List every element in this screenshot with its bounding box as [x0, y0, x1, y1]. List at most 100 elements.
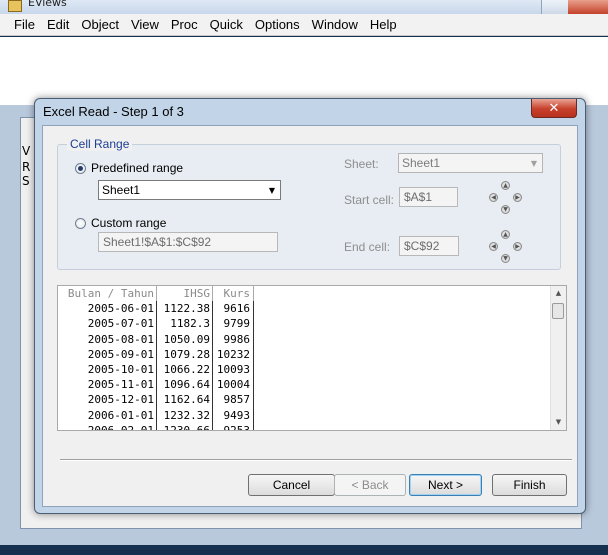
dialog-title: Excel Read - Step 1 of 3 [43, 104, 184, 119]
table-row: 2005-07-01 1182.3 9799 [58, 316, 254, 332]
preview-table: Bulan / Tahun IHSG Kurs 2005-06-01 1122.… [58, 286, 254, 431]
header-cell: IHSG [156, 286, 212, 302]
end-cell-nav: ▲ ◀ ▶ ▼ [489, 230, 522, 264]
date-cell: 2006-01-01 [87, 408, 154, 422]
menu-view[interactable]: View [125, 15, 165, 35]
predefined-range-label: Predefined range [91, 161, 184, 175]
date-cell: 2005-06-01 [87, 302, 154, 316]
ihsg-cell: 1182.3 [156, 316, 212, 332]
kurs-cell: 9253 [212, 422, 254, 430]
menu-file[interactable]: File [8, 15, 41, 35]
ihsg-cell: 1096.64 [156, 377, 212, 393]
start-cell-nav: ▲ ◀ ▶ ▼ [489, 181, 522, 215]
nav-up-icon[interactable]: ▲ [501, 230, 510, 239]
table-row: 2006-01-01 1232.32 9493 [58, 407, 254, 423]
table-row: 2005-06-01 1122.38 9616 [58, 301, 254, 317]
sheet-label: Sheet: [344, 157, 379, 171]
table-row: 2005-08-01 1050.09 9986 [58, 331, 254, 347]
kurs-cell: 9799 [212, 316, 254, 332]
predefined-range-radio[interactable]: Predefined range [75, 161, 183, 175]
kurs-cell: 10004 [212, 377, 254, 393]
kurs-cell: 9857 [212, 392, 254, 408]
date-cell: 2005-11-01 [87, 378, 154, 392]
cancel-button[interactable]: Cancel [248, 474, 335, 496]
start-cell-label: Start cell: [344, 193, 395, 207]
ihsg-cell: 1050.09 [156, 331, 212, 347]
cell-range-legend: Cell Range [67, 137, 133, 151]
radio-unchecked-icon[interactable] [75, 217, 86, 229]
nav-right-icon[interactable]: ▶ [513, 242, 522, 251]
kurs-cell: 9616 [212, 301, 254, 317]
custom-range-input[interactable]: Sheet1!$A$1:$C$92 [98, 232, 278, 252]
sheet-select[interactable]: Sheet1 ▼ [398, 153, 543, 173]
date-cell: 2006-02-01 [87, 423, 154, 431]
data-preview-grid[interactable]: Bulan / Tahun IHSG Kurs 2005-06-01 1122.… [57, 285, 567, 431]
preview-header-row: Bulan / Tahun IHSG Kurs [58, 286, 254, 302]
command-window[interactable] [0, 37, 608, 105]
dialog-close-icon[interactable]: ✕ [531, 99, 577, 118]
ihsg-cell: 1230.66 [156, 422, 212, 430]
kurs-cell: 10093 [212, 361, 254, 378]
start-cell-input[interactable]: $A$1 [399, 187, 458, 207]
kurs-cell: 9986 [212, 331, 254, 347]
ihsg-cell: 1162.64 [156, 392, 212, 408]
menu-proc[interactable]: Proc [165, 15, 204, 35]
app-title: EViews [28, 0, 67, 9]
end-cell-label: End cell: [344, 240, 391, 254]
nav-left-icon[interactable]: ◀ [489, 193, 498, 202]
ihsg-cell: 1232.32 [156, 407, 212, 423]
menu-quick[interactable]: Quick [204, 15, 249, 35]
preview-vertical-scrollbar[interactable]: ▲ ▼ [550, 286, 566, 430]
date-cell: 2005-10-01 [87, 362, 154, 376]
nav-up-icon[interactable]: ▲ [501, 181, 510, 190]
ihsg-cell: 1066.22 [156, 361, 212, 378]
table-row: 2005-10-01 1066.22 10093 [58, 361, 254, 378]
menu-edit[interactable]: Edit [41, 15, 75, 35]
date-cell: 2005-08-01 [87, 332, 154, 346]
menu-options[interactable]: Options [249, 15, 306, 35]
maximize-button[interactable] [541, 0, 568, 14]
table-row: 2005-12-01 1162.64 9857 [58, 392, 254, 408]
scroll-thumb[interactable] [552, 303, 564, 319]
dropdown-arrow-icon[interactable]: ▼ [526, 159, 542, 168]
date-cell: 2005-12-01 [87, 393, 154, 407]
nav-left-icon[interactable]: ◀ [489, 242, 498, 251]
eviews-app-icon [8, 0, 22, 12]
predefined-range-select[interactable]: Sheet1 ▼ [98, 180, 281, 200]
table-row: 2005-11-01 1096.64 10004 [58, 377, 254, 393]
dialog-titlebar[interactable]: Excel Read - Step 1 of 3 ✕ [35, 99, 585, 123]
next-button[interactable]: Next > [409, 474, 482, 496]
scroll-down-icon[interactable]: ▼ [551, 415, 566, 430]
menu-window[interactable]: Window [306, 15, 364, 35]
custom-range-label: Custom range [91, 216, 167, 230]
table-row: 2005-09-01 1079.28 10232 [58, 346, 254, 362]
finish-button[interactable]: Finish [492, 474, 567, 496]
radio-checked-icon[interactable] [75, 162, 86, 174]
nav-right-icon[interactable]: ▶ [513, 193, 522, 202]
table-row: 2006-02-01 1230.66 9253 [58, 422, 254, 431]
menu-object[interactable]: Object [75, 15, 125, 35]
date-cell: 2005-07-01 [87, 317, 154, 331]
menu-help[interactable]: Help [364, 15, 403, 35]
back-button[interactable]: < Back [334, 474, 406, 496]
scroll-up-icon[interactable]: ▲ [551, 286, 566, 301]
dropdown-arrow-icon[interactable]: ▼ [264, 186, 280, 195]
menubar: File Edit Object View Proc Quick Options… [0, 14, 608, 36]
button-separator [60, 459, 572, 461]
custom-range-radio[interactable]: Custom range [75, 216, 166, 230]
header-cell: Bulan / Tahun [67, 287, 154, 300]
nav-down-icon[interactable]: ▼ [501, 254, 510, 263]
header-cell: Kurs [212, 286, 254, 302]
date-cell: 2005-09-01 [87, 347, 154, 361]
app-titlebar: EViews [0, 0, 608, 15]
kurs-cell: 9493 [212, 407, 254, 423]
end-cell-input[interactable]: $C$92 [399, 236, 459, 256]
ihsg-cell: 1122.38 [156, 301, 212, 317]
window-close-button[interactable] [568, 0, 608, 14]
sheet-value: Sheet1 [402, 156, 441, 170]
ihsg-cell: 1079.28 [156, 346, 212, 362]
predefined-range-value: Sheet1 [102, 183, 141, 197]
kurs-cell: 10232 [212, 346, 254, 362]
nav-down-icon[interactable]: ▼ [501, 205, 510, 214]
excel-read-dialog: Excel Read - Step 1 of 3 ✕ Cell Range Pr… [34, 98, 586, 514]
